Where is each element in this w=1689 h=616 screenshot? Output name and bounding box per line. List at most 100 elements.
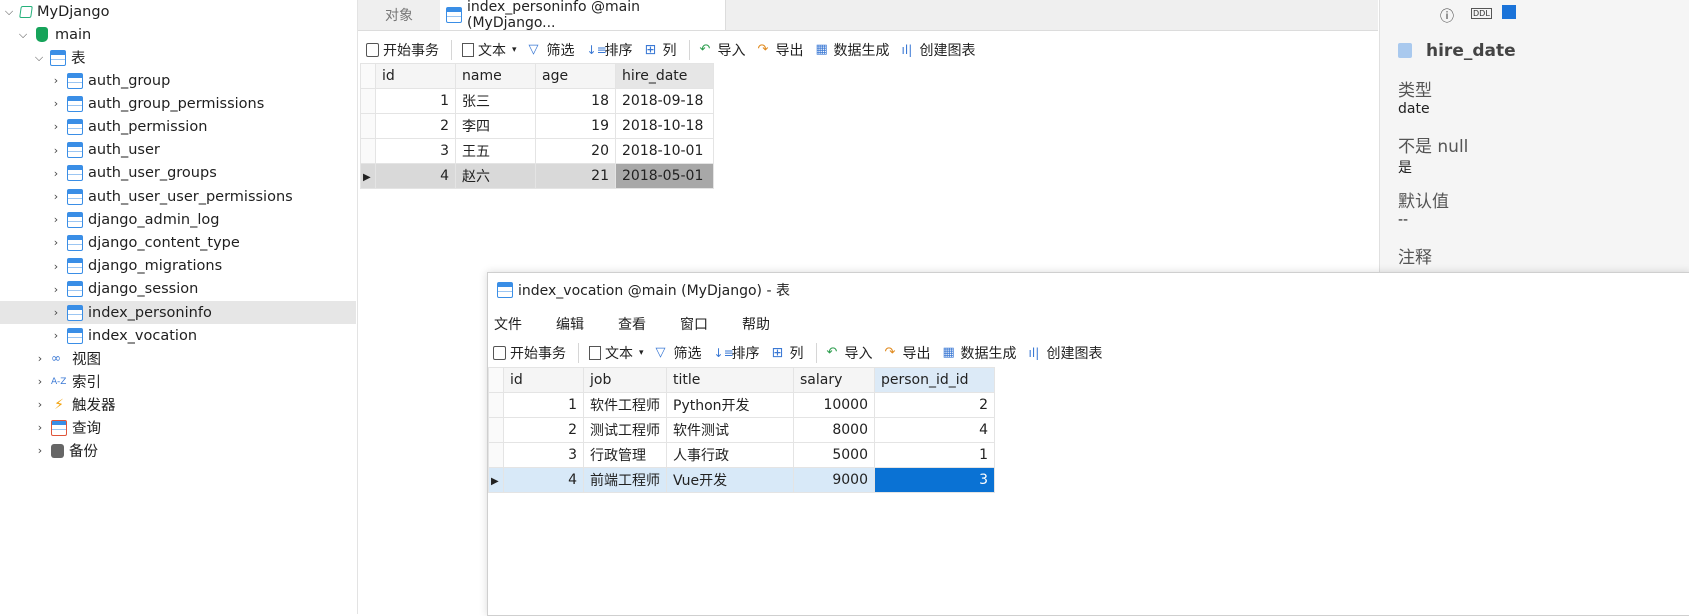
tree-triggers[interactable]: › ⚡ 触发器 (0, 393, 356, 416)
table-cell[interactable]: 软件测试 (666, 417, 794, 443)
table-cell[interactable]: 4 (375, 163, 456, 189)
tab-personinfo[interactable]: index_personinfo @main (MyDjango... (440, 0, 726, 31)
tree-table-django_session[interactable]: › django_session (0, 278, 356, 301)
row-indicator[interactable] (488, 392, 504, 418)
window-title-bar[interactable]: index_vocation @main (MyDjango) - 表 (488, 273, 1689, 306)
table-row[interactable]: 2 测试工程师 软件测试 8000 4 (488, 417, 995, 443)
tree-table-django_content_type[interactable]: › django_content_type (0, 231, 356, 254)
table-cell[interactable]: 4 (503, 467, 584, 493)
column-header[interactable]: person_id_id (874, 367, 995, 393)
table-cell[interactable]: 2 (874, 392, 995, 418)
create-chart-button[interactable]: ıl| 创建图表 (1029, 343, 1103, 363)
tree-views[interactable]: › ∞ 视图 (0, 347, 356, 370)
table-cell[interactable]: 18 (535, 88, 616, 114)
column-header[interactable]: name (455, 63, 536, 89)
table-cell[interactable]: 8000 (793, 417, 875, 443)
table-row[interactable]: 3 王五 20 2018-10-01 (360, 138, 714, 164)
table-cell[interactable]: 19 (535, 113, 616, 139)
table-cell[interactable]: 1 (375, 88, 456, 114)
chevron-right-icon[interactable]: › (49, 236, 63, 250)
begin-transaction-button[interactable]: 开始事务 (366, 40, 439, 60)
tree-table-index_vocation[interactable]: › index_vocation (0, 324, 356, 347)
column-header[interactable]: salary (793, 367, 875, 393)
column-header[interactable]: id (503, 367, 584, 393)
menu-item[interactable]: 窗口 (680, 314, 708, 334)
text-button[interactable]: 文本 ▾ (589, 343, 644, 363)
table-cell[interactable]: 前端工程师 (583, 467, 667, 493)
columns-button[interactable]: ⊞ 列 (645, 40, 677, 60)
table-cell[interactable]: 测试工程师 (583, 417, 667, 443)
table-cell[interactable]: 1 (874, 442, 995, 468)
chevron-down-icon[interactable]: ⌵ (2, 5, 16, 19)
tree-table-auth_user[interactable]: › auth_user (0, 139, 356, 162)
columns-button[interactable]: ⊞ 列 (772, 343, 804, 363)
row-indicator[interactable] (488, 417, 504, 443)
table-cell[interactable]: 2018-09-18 (615, 88, 714, 114)
chevron-right-icon[interactable]: › (33, 375, 47, 389)
tree-queries[interactable]: › 查询 (0, 416, 356, 439)
tab-objects[interactable]: 对象 (358, 0, 440, 30)
chevron-right-icon[interactable]: › (33, 398, 47, 412)
table-cell[interactable]: 20 (535, 138, 616, 164)
begin-transaction-button[interactable]: 开始事务 (493, 343, 566, 363)
tree-table-auth_group[interactable]: › auth_group (0, 69, 356, 92)
chevron-right-icon[interactable]: › (49, 74, 63, 88)
tree-table-auth_group_permissions[interactable]: › auth_group_permissions (0, 92, 356, 115)
row-indicator[interactable] (360, 138, 376, 164)
table-row[interactable]: ▶ 4 赵六 21 2018-05-01 (360, 163, 714, 189)
column-header[interactable]: title (666, 367, 794, 393)
table-cell[interactable]: 9000 (793, 467, 875, 493)
tree-table-index_personinfo[interactable]: › index_personinfo (0, 301, 356, 324)
table-row[interactable]: 3 行政管理 人事行政 5000 1 (488, 442, 995, 468)
column-header[interactable]: id (375, 63, 456, 89)
row-indicator[interactable] (488, 442, 504, 468)
tree-table-auth_user_groups[interactable]: › auth_user_groups (0, 162, 356, 185)
current-row-arrow-icon[interactable]: ▶ (488, 467, 504, 493)
filter-button[interactable]: ▽ 筛选 (656, 343, 702, 363)
table-cell[interactable]: 2 (375, 113, 456, 139)
chevron-right-icon[interactable]: › (49, 329, 63, 343)
table-cell[interactable]: 赵六 (455, 163, 536, 189)
info-icon[interactable]: ⓘ (1440, 6, 1454, 26)
sort-button[interactable]: ↓≡ 排序 (587, 40, 633, 60)
chevron-right-icon[interactable]: › (49, 120, 63, 134)
row-indicator[interactable] (360, 113, 376, 139)
table-cell[interactable]: 2 (503, 417, 584, 443)
menu-item[interactable]: 查看 (618, 314, 646, 334)
chevron-right-icon[interactable]: › (49, 166, 63, 180)
chevron-right-icon[interactable]: › (49, 143, 63, 157)
tree-indexes[interactable]: › A-Z 索引 (0, 370, 356, 393)
tree-table-django_admin_log[interactable]: › django_admin_log (0, 208, 356, 231)
chevron-right-icon[interactable]: › (33, 352, 47, 366)
data-generation-button[interactable]: ▦ 数据生成 (943, 343, 1017, 363)
table-row[interactable]: ▶ 4 前端工程师 Vue开发 9000 3 (488, 467, 995, 493)
data-generation-button[interactable]: ▦ 数据生成 (816, 40, 890, 60)
tree-database[interactable]: ⌵ main (0, 23, 356, 46)
chevron-right-icon[interactable]: › (49, 282, 63, 296)
chevron-down-icon[interactable]: ⌵ (32, 51, 46, 65)
tree-backups[interactable]: › 备份 (0, 439, 356, 462)
column-header[interactable]: hire_date (615, 63, 714, 89)
table-cell[interactable]: 张三 (455, 88, 536, 114)
table-cell[interactable]: 2018-10-01 (615, 138, 714, 164)
table-row[interactable]: 2 李四 19 2018-10-18 (360, 113, 714, 139)
table-cell[interactable]: 李四 (455, 113, 536, 139)
table-cell[interactable]: 软件工程师 (583, 392, 667, 418)
chevron-right-icon[interactable]: › (49, 306, 63, 320)
table-cell[interactable]: 4 (874, 417, 995, 443)
table-cell[interactable]: 5000 (793, 442, 875, 468)
table-cell[interactable]: 行政管理 (583, 442, 667, 468)
export-button[interactable]: ↷ 导出 (758, 40, 804, 60)
text-button[interactable]: 文本 ▾ (462, 40, 517, 60)
tree-table-auth_permission[interactable]: › auth_permission (0, 115, 356, 138)
tree-table-auth_user_user_permissions[interactable]: › auth_user_user_permissions (0, 185, 356, 208)
table-cell[interactable]: 1 (503, 392, 584, 418)
menu-item[interactable]: 帮助 (742, 314, 770, 334)
sort-button[interactable]: ↓≡ 排序 (714, 343, 760, 363)
chevron-right-icon[interactable]: › (49, 213, 63, 227)
chevron-right-icon[interactable]: › (49, 97, 63, 111)
tree-tables-group[interactable]: ⌵ 表 (0, 46, 356, 69)
chevron-right-icon[interactable]: › (33, 421, 47, 435)
table-cell[interactable]: 人事行政 (666, 442, 794, 468)
table-row[interactable]: 1 张三 18 2018-09-18 (360, 88, 714, 114)
